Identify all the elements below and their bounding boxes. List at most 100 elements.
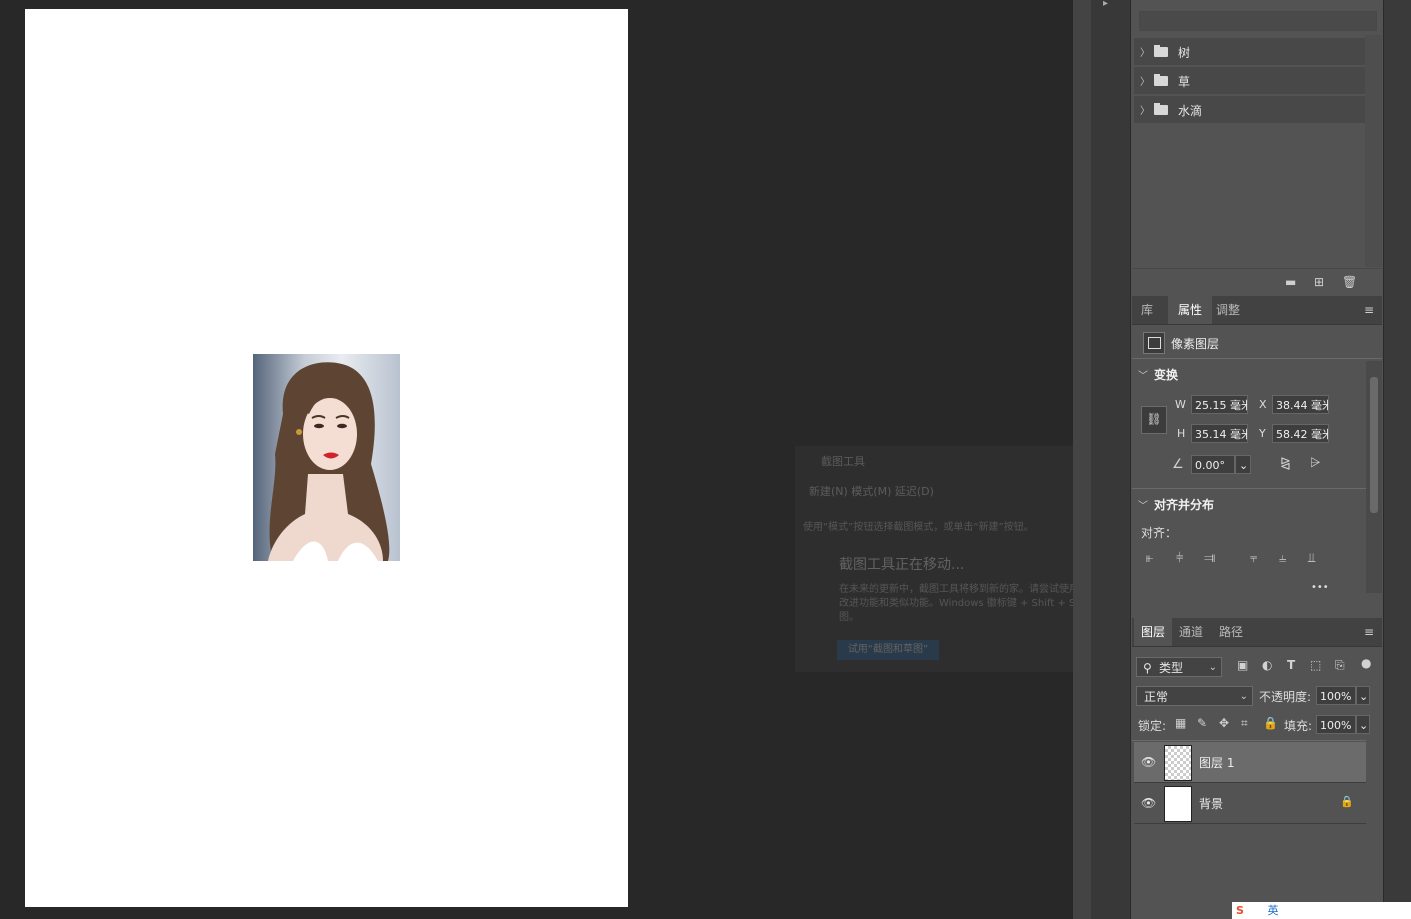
opacity-dropdown[interactable]: ⌄: [1356, 686, 1370, 705]
angle-icon: ∠: [1172, 457, 1184, 472]
x-field[interactable]: 38.44 毫米: [1272, 395, 1329, 414]
align-section-header[interactable]: ﹀ 对齐并分布: [1138, 496, 1214, 513]
folder-icon: [1154, 103, 1168, 115]
layer-type-label: 像素图层: [1171, 337, 1220, 351]
ghost-button: 试用“截图和草图”: [837, 640, 939, 660]
layer-row-layer1[interactable]: 👁 图层 1: [1134, 742, 1366, 782]
link-dimensions-button[interactable]: ⛓: [1141, 406, 1167, 434]
filter-shape-icon[interactable]: ⬚: [1310, 658, 1321, 672]
lock-image-pixels-icon[interactable]: ✎: [1197, 716, 1207, 730]
layer-thumbnail: [1164, 745, 1192, 781]
more-options-icon[interactable]: •••: [1311, 582, 1329, 593]
layer-row-background[interactable]: 👁 背景 🔒: [1134, 783, 1366, 823]
library-group-waterdrop[interactable]: 〉 水滴: [1134, 96, 1365, 124]
flip-vertical-icon[interactable]: ⩥: [1310, 456, 1320, 471]
layer-name[interactable]: 背景: [1199, 795, 1223, 812]
chevron-down-icon: ⌄: [1208, 662, 1217, 673]
dock-edge: [1383, 0, 1411, 919]
width-field[interactable]: 25.15 毫米: [1191, 395, 1248, 414]
portrait-photo-image: [268, 362, 390, 561]
fill-field[interactable]: 100%: [1316, 715, 1356, 734]
chevron-right-icon[interactable]: 〉: [1140, 44, 1150, 59]
align-label: 对齐：: [1141, 526, 1178, 540]
portrait-photo[interactable]: [253, 354, 400, 561]
tab-channels[interactable]: 通道: [1172, 618, 1210, 646]
filter-kind-value: 类型: [1159, 661, 1184, 675]
ime-toolbar[interactable]: S 英: [1232, 902, 1411, 919]
tab-paths[interactable]: 路径: [1212, 618, 1250, 646]
chevron-right-icon[interactable]: 〉: [1140, 102, 1150, 117]
transform-section-header[interactable]: ﹀ 变换: [1138, 366, 1178, 383]
fill-dropdown[interactable]: ⌄: [1356, 715, 1370, 734]
scroll-thumb[interactable]: [1370, 377, 1378, 513]
library-group-grass[interactable]: 〉 草: [1134, 67, 1365, 95]
tab-properties[interactable]: 属性: [1168, 296, 1212, 324]
library-search-input[interactable]: [1139, 11, 1377, 31]
align-vertical-centers-icon[interactable]: ⫨: [1279, 551, 1286, 566]
library-group-tree[interactable]: 〉 树: [1134, 38, 1365, 66]
filter-pixel-icon[interactable]: ▣: [1237, 658, 1248, 672]
layer-name[interactable]: 图层 1: [1199, 754, 1234, 771]
divider: [1134, 823, 1366, 824]
panel-menu-icon[interactable]: ≡: [1364, 303, 1374, 317]
visibility-eye-icon[interactable]: 👁: [1141, 755, 1156, 769]
align-right-edges-icon[interactable]: ⫥: [1204, 551, 1215, 566]
lock-position-icon[interactable]: ✥: [1219, 716, 1229, 730]
lock-label: 锁定:: [1138, 719, 1167, 733]
ime-language-indicator[interactable]: 英: [1267, 904, 1278, 917]
filter-adjustment-icon[interactable]: ◐: [1262, 658, 1272, 672]
properties-scrollbar[interactable]: [1366, 361, 1382, 593]
trash-icon[interactable]: 🗑: [1342, 275, 1357, 289]
angle-field[interactable]: 0.00°: [1191, 455, 1235, 474]
angle-dropdown[interactable]: ⌄: [1235, 455, 1251, 474]
filter-type-icon[interactable]: T: [1287, 658, 1295, 672]
pixel-layer-icon: [1143, 332, 1165, 354]
chevron-down-icon: ⌄: [1239, 691, 1248, 702]
visibility-eye-icon[interactable]: 👁: [1141, 796, 1156, 810]
transform-title: 变换: [1154, 368, 1179, 382]
folder-icon: [1154, 74, 1168, 86]
lock-all-icon[interactable]: 🔒: [1263, 716, 1278, 730]
align-top-edges-icon[interactable]: ⫧: [1250, 551, 1257, 566]
blend-mode-dropdown[interactable]: 正常 ⌄: [1136, 686, 1253, 706]
filter-smart-object-icon[interactable]: ⎘: [1335, 658, 1345, 673]
lock-transparent-pixels-icon[interactable]: ▦: [1175, 716, 1186, 730]
align-horizontal-centers-icon[interactable]: ⫩: [1176, 551, 1183, 566]
chevron-right-icon[interactable]: 〉: [1140, 73, 1150, 88]
add-icon[interactable]: ⊞: [1314, 275, 1324, 289]
align-left-edges-icon[interactable]: ⫦: [1146, 551, 1153, 566]
folder-icon: [1154, 45, 1168, 57]
flip-horizontal-icon[interactable]: ⧎: [1280, 456, 1291, 471]
tab-adjustments[interactable]: 调整: [1212, 296, 1244, 324]
y-field[interactable]: 58.42 毫米: [1272, 424, 1329, 443]
sogou-ime-logo: S: [1236, 904, 1244, 917]
chevron-down-icon: ⌄: [1359, 690, 1369, 703]
chevron-down-icon[interactable]: ﹀: [1138, 501, 1148, 512]
divider: [1132, 358, 1382, 359]
library-group-label: 树: [1178, 46, 1191, 60]
layer-filter-dropdown[interactable]: ⚲ 类型 ⌄: [1136, 657, 1222, 677]
fill-label: 填充:: [1284, 719, 1313, 733]
opacity-field[interactable]: 100%: [1316, 686, 1356, 705]
new-group-folder-icon[interactable]: ▬: [1285, 275, 1296, 289]
lock-artboard-icon[interactable]: ⌗: [1241, 716, 1248, 731]
panel-expand-icon[interactable]: ▸: [1103, 0, 1117, 9]
x-label: X: [1259, 398, 1267, 411]
ghost-heading: 截图工具正在移动...: [839, 557, 965, 573]
tab-library[interactable]: 库: [1132, 296, 1162, 324]
filter-toggle-icon[interactable]: ●: [1361, 656, 1371, 670]
panel-menu-icon[interactable]: ≡: [1364, 625, 1374, 639]
y-label: Y: [1259, 427, 1266, 440]
opacity-label: 不透明度:: [1259, 690, 1312, 704]
lock-icon[interactable]: 🔒: [1340, 795, 1354, 808]
tab-layers[interactable]: 图层: [1134, 618, 1172, 646]
blend-mode-value: 正常: [1144, 690, 1169, 704]
height-field[interactable]: 35.14 毫米: [1191, 424, 1248, 443]
chevron-down-icon[interactable]: ﹀: [1138, 371, 1148, 382]
align-bottom-edges-icon[interactable]: ⫫: [1308, 551, 1315, 566]
divider: [1132, 740, 1366, 741]
chevron-down-icon: ⌄: [1359, 719, 1369, 732]
chevron-down-icon: ⌄: [1239, 459, 1249, 472]
library-scrollbar[interactable]: [1365, 35, 1382, 267]
dock-icon-strip: ▸: [1091, 0, 1130, 919]
